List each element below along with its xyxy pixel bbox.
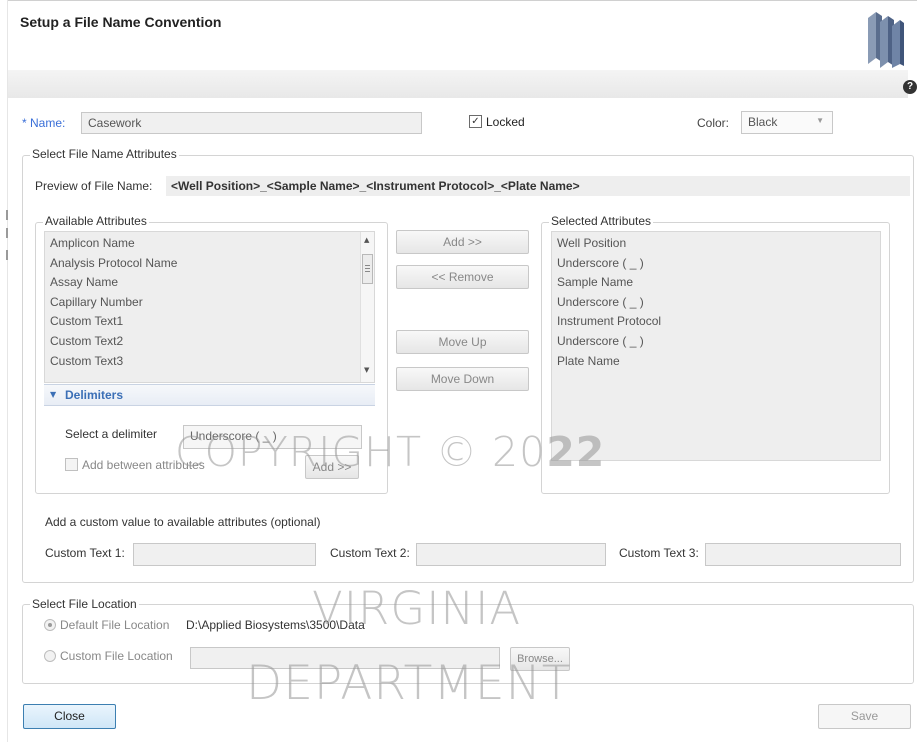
- default-location-radio[interactable]: [44, 619, 56, 631]
- required-marker: *: [22, 116, 27, 130]
- list-item[interactable]: Custom Text3: [45, 352, 374, 372]
- remove-attribute-button[interactable]: << Remove: [396, 265, 529, 289]
- color-select-value: Black: [748, 115, 778, 129]
- header-band: [8, 70, 908, 98]
- list-item[interactable]: Analysis Protocol Name: [45, 254, 374, 274]
- available-list-scrollbar[interactable]: ▲ ▼: [360, 232, 374, 382]
- list-item[interactable]: Amplicon Name: [45, 234, 374, 254]
- chevron-down-icon: ▼: [816, 116, 824, 125]
- delimiters-title: Delimiters: [65, 388, 124, 402]
- name-label-text: Name:: [30, 116, 66, 130]
- list-item[interactable]: Well Position: [552, 234, 880, 254]
- list-item[interactable]: Assay Name: [45, 273, 374, 293]
- preview-label: Preview of File Name:: [35, 179, 153, 193]
- custom-location-label: Custom File Location: [60, 649, 173, 663]
- help-icon[interactable]: ?: [903, 80, 917, 94]
- attributes-section-title: Select File Name Attributes: [30, 147, 179, 161]
- list-item[interactable]: Underscore ( _ ): [552, 332, 880, 352]
- color-label: Color:: [697, 116, 730, 130]
- custom-text-3-label: Custom Text 3:: [619, 546, 699, 560]
- add-between-checkbox[interactable]: [65, 458, 78, 471]
- location-section-title: Select File Location: [30, 597, 139, 611]
- custom-text-2-label: Custom Text 2:: [330, 546, 410, 560]
- custom-location-radio[interactable]: [44, 650, 56, 662]
- add-delimiter-button[interactable]: Add >>: [305, 455, 359, 479]
- applied-biosystems-logo-icon: [862, 8, 906, 70]
- custom-text-1-input[interactable]: [133, 543, 316, 566]
- triangle-down-icon: ▼: [50, 390, 57, 399]
- list-item[interactable]: Custom Text2: [45, 332, 374, 352]
- select-delimiter-label: Select a delimiter: [65, 427, 158, 441]
- name-label: * Name:: [22, 116, 65, 130]
- scrollbar-thumb[interactable]: [362, 254, 373, 284]
- frame-tick: [6, 228, 8, 238]
- browse-button[interactable]: Browse...: [510, 647, 570, 671]
- custom-location-input[interactable]: [190, 647, 500, 669]
- frame-tick: [6, 250, 8, 260]
- default-location-label: Default File Location: [60, 618, 170, 632]
- list-item[interactable]: Custom Text1: [45, 312, 374, 332]
- window-left-edge: [0, 0, 8, 742]
- custom-text-1-label: Custom Text 1:: [45, 546, 125, 560]
- location-section-panel: [22, 604, 914, 684]
- locked-checkbox[interactable]: ✓: [469, 115, 482, 128]
- default-location-path: D:\Applied Biosystems\3500\Data: [186, 618, 365, 632]
- list-item[interactable]: Capillary Number: [45, 293, 374, 313]
- scroll-up-icon[interactable]: ▲: [364, 236, 369, 244]
- locked-label: Locked: [486, 115, 525, 129]
- available-attributes-title: Available Attributes: [43, 214, 149, 228]
- list-item[interactable]: Underscore ( _ ): [552, 293, 880, 313]
- selected-attributes-list[interactable]: Well Position Underscore ( _ ) Sample Na…: [551, 231, 881, 461]
- selected-attributes-title: Selected Attributes: [549, 214, 654, 228]
- dialog-title: Setup a File Name Convention: [20, 14, 222, 30]
- add-attribute-button[interactable]: Add >>: [396, 230, 529, 254]
- list-item[interactable]: Sample Name: [552, 273, 880, 293]
- custom-text-2-input[interactable]: [416, 543, 606, 566]
- preview-value: <Well Position>_<Sample Name>_<Instrumen…: [166, 176, 910, 196]
- custom-text-3-input[interactable]: [705, 543, 901, 566]
- custom-values-title: Add a custom value to available attribut…: [45, 515, 321, 529]
- delimiters-header[interactable]: ▼ Delimiters: [44, 384, 375, 406]
- available-attributes-list[interactable]: Amplicon Name Analysis Protocol Name Ass…: [44, 231, 375, 383]
- add-between-label: Add between attributes: [82, 458, 205, 472]
- frame-tick: [6, 210, 8, 220]
- move-up-button[interactable]: Move Up: [396, 330, 529, 354]
- list-item[interactable]: Underscore ( _ ): [552, 254, 880, 274]
- move-down-button[interactable]: Move Down: [396, 367, 529, 391]
- scroll-down-icon[interactable]: ▼: [364, 366, 369, 374]
- delimiter-select[interactable]: Underscore ( _ ): [183, 425, 362, 449]
- name-input[interactable]: Casework: [81, 112, 422, 134]
- list-item[interactable]: Plate Name: [552, 352, 880, 372]
- color-select[interactable]: Black ▼: [741, 111, 833, 134]
- list-item[interactable]: Instrument Protocol: [552, 312, 880, 332]
- close-button[interactable]: Close: [23, 704, 116, 729]
- save-button[interactable]: Save: [818, 704, 911, 729]
